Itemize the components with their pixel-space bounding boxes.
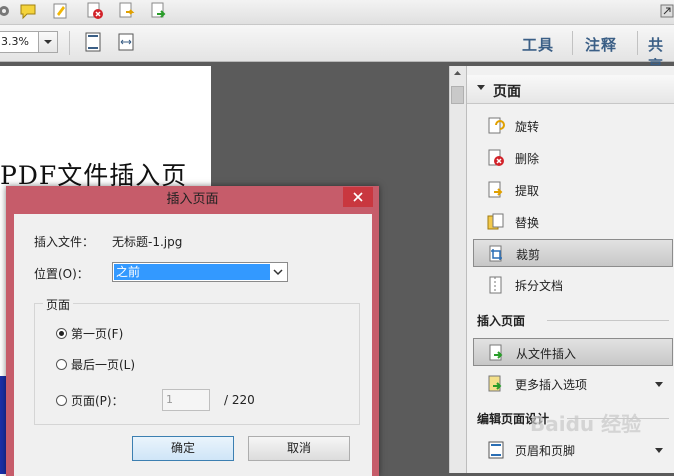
icon-toolbar	[0, 0, 674, 25]
fit-width-icon[interactable]	[117, 32, 135, 52]
chevron-down-icon[interactable]	[270, 264, 286, 280]
insert-pages-dialog: 插入页面 插入文件： 无标题-1.jpg 位置(O)： 之前 页面 第一页(F)…	[6, 186, 379, 476]
scrollbar-thumb[interactable]	[451, 86, 464, 104]
panel-item-more-insert[interactable]: 更多插入选项	[473, 370, 673, 398]
vertical-scrollbar[interactable]	[449, 66, 466, 473]
panel-item-insert-from-file[interactable]: 从文件插入	[473, 338, 673, 366]
replace-page-icon	[487, 213, 504, 230]
file-name: 无标题-1.jpg	[112, 235, 183, 249]
extract-page-icon	[488, 181, 503, 198]
split-document-icon	[489, 276, 502, 294]
panel-item-label: 从文件插入	[516, 347, 577, 361]
settings-icon[interactable]	[0, 2, 18, 20]
more-insert-icon	[488, 375, 502, 392]
dialog-title: 插入页面	[166, 192, 219, 207]
insert-page-icon[interactable]	[150, 2, 168, 20]
panel-item-label: 提取	[515, 184, 540, 198]
highlight-icon[interactable]	[51, 2, 69, 20]
pages-section-header[interactable]: 页面	[467, 75, 674, 104]
fit-page-icon[interactable]	[84, 32, 102, 52]
view-toolbar: 3.3% 工具 注释 共享	[0, 25, 674, 75]
extract-page-icon[interactable]	[118, 2, 136, 20]
section-divider	[547, 320, 669, 321]
chevron-down-icon[interactable]	[655, 448, 663, 453]
panel-item-label: 更多插入选项	[515, 378, 588, 392]
chevron-down-icon	[44, 40, 52, 44]
panel-item-replace[interactable]: 替换	[473, 208, 673, 236]
chevron-down-icon[interactable]	[655, 382, 663, 387]
watermark: Baidu 经验	[530, 412, 642, 436]
dialog-close-button[interactable]	[343, 187, 373, 207]
insert-section-title: 插入页面	[477, 314, 526, 328]
dialog-body: 插入文件： 无标题-1.jpg 位置(O)： 之前 页面 第一页(F) 最后一页…	[14, 214, 372, 476]
file-label: 插入文件：	[34, 235, 95, 249]
radio-first-page-label[interactable]: 第一页(F)	[71, 325, 123, 342]
page-number-value: 1	[166, 393, 173, 406]
panel-item-label: 替换	[515, 216, 540, 230]
crop-page-icon	[489, 245, 502, 262]
radio-last-page-label[interactable]: 最后一页(L)	[71, 356, 135, 373]
rotate-page-icon	[488, 117, 505, 134]
panel-item-split[interactable]: 拆分文档	[473, 271, 673, 299]
panel-item-label: 旋转	[515, 120, 540, 134]
panel-item-delete[interactable]: 删除	[473, 144, 673, 172]
delete-page-icon	[488, 149, 504, 166]
tools-link[interactable]: 工具	[522, 34, 554, 55]
panel-item-rotate[interactable]: 旋转	[473, 112, 673, 140]
panel-item-crop[interactable]: 裁剪	[473, 239, 673, 267]
ok-button[interactable]: 确定	[132, 436, 234, 461]
position-select[interactable]: 之前	[112, 262, 288, 282]
panel-item-label: 删除	[515, 152, 540, 166]
insert-from-file-icon	[489, 344, 503, 361]
page-total: / 220	[224, 393, 255, 407]
toolbar-separator	[572, 31, 573, 55]
page-number-input[interactable]: 1	[162, 389, 210, 411]
collapse-arrow-icon	[477, 85, 485, 90]
panel-item-label: 页眉和页脚	[515, 444, 576, 458]
panel-item-label: 裁剪	[516, 248, 541, 262]
radio-page-label[interactable]: 页面(P)：	[71, 392, 124, 409]
position-select-value: 之前	[114, 264, 270, 280]
panel-item-label: 拆分文档	[515, 279, 564, 293]
header-footer-icon	[488, 441, 504, 459]
panel-item-extract[interactable]: 提取	[473, 176, 673, 204]
comment-icon[interactable]	[19, 2, 37, 20]
zoom-dropdown-button[interactable]	[38, 31, 58, 53]
radio-first-page[interactable]	[56, 328, 67, 339]
zoom-value: 3.3%	[1, 35, 29, 48]
position-label: 位置(O)：	[34, 267, 89, 281]
scroll-up-icon[interactable]	[451, 66, 464, 80]
page-group-title: 页面	[43, 296, 74, 313]
comment-link[interactable]: 注释	[585, 34, 617, 55]
radio-last-page[interactable]	[56, 359, 67, 370]
pages-section-title: 页面	[493, 84, 521, 100]
delete-page-icon[interactable]	[86, 2, 104, 20]
close-icon	[353, 192, 363, 202]
radio-page[interactable]	[56, 395, 67, 406]
panel-item-header-footer[interactable]: 页眉和页脚	[473, 436, 673, 464]
toolbar-separator	[69, 31, 70, 55]
expand-icon[interactable]	[660, 3, 674, 19]
toolbar-separator	[637, 31, 638, 55]
cancel-button[interactable]: 取消	[248, 436, 350, 461]
